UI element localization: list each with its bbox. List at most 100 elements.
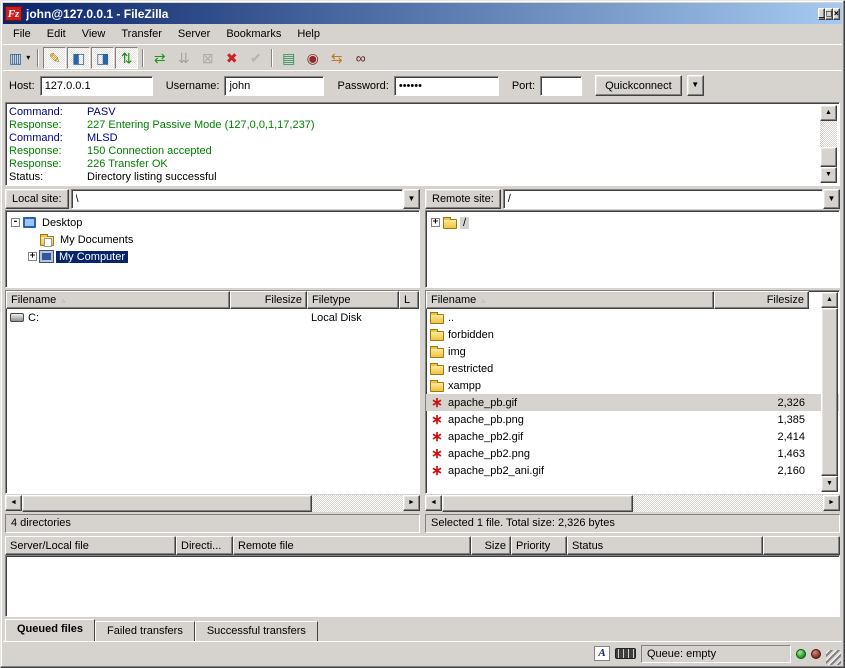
scroll-track[interactable] <box>820 121 837 167</box>
filezilla-window: Fz john@127.0.0.1 - FileZilla _□× FileEd… <box>0 0 845 668</box>
file-row[interactable]: forbidden <box>426 326 839 343</box>
local-site-dropdown-icon[interactable]: ▼ <box>403 189 420 209</box>
log-line-label: Command: <box>9 132 87 145</box>
remote-site-dropdown-icon[interactable]: ▼ <box>823 189 840 209</box>
quickconnect-dropdown-icon[interactable]: ▼ <box>687 75 704 96</box>
find-files-button[interactable]: ∞ <box>349 47 372 69</box>
file-row[interactable]: ∗apache_pb2_ani.gif2,160 <box>426 462 839 479</box>
menu-item-help[interactable]: Help <box>289 25 328 43</box>
file-row[interactable]: .. <box>426 309 839 326</box>
scroll-down-icon[interactable]: ▼ <box>821 476 838 492</box>
menu-item-server[interactable]: Server <box>170 25 218 43</box>
process-queue-button[interactable]: ⇊ <box>172 47 195 69</box>
scroll-right-icon[interactable]: ► <box>823 495 840 511</box>
scroll-up-icon[interactable]: ▲ <box>821 292 838 308</box>
menu-item-bookmarks[interactable]: Bookmarks <box>218 25 289 43</box>
remote-site-input[interactable] <box>503 189 823 209</box>
collapse-icon[interactable]: - <box>11 218 20 227</box>
host-input[interactable] <box>40 76 153 96</box>
file-cell-filetype: Local Disk <box>307 312 399 324</box>
tree-item[interactable]: -Desktop <box>8 214 417 231</box>
tab-successful-transfers[interactable]: Successful transfers <box>195 621 318 641</box>
synchronized-browsing-button[interactable]: ⇆ <box>325 47 348 69</box>
queue-body[interactable] <box>5 555 840 617</box>
queue-column-header-remote-file[interactable]: Remote file <box>233 536 471 555</box>
file-row[interactable]: ∗apache_pb.png1,385 <box>426 411 839 428</box>
toggle-log-button[interactable]: ✎ <box>43 47 66 69</box>
file-row[interactable]: img <box>426 343 839 360</box>
scroll-track[interactable] <box>22 495 403 512</box>
tree-item[interactable]: +/ <box>428 214 837 231</box>
maximize-button[interactable]: □ <box>825 8 832 20</box>
username-input[interactable] <box>224 76 324 96</box>
column-header-filename[interactable]: Filename▵ <box>6 291 230 309</box>
expand-icon[interactable]: + <box>28 252 37 261</box>
file-row[interactable]: ∗apache_pb.gif2,326 <box>426 394 839 411</box>
expand-icon[interactable]: + <box>431 218 440 227</box>
file-row[interactable]: xampp <box>426 377 839 394</box>
tree-item[interactable]: My Documents <box>8 231 417 248</box>
cancel-button[interactable]: ⊠ <box>196 47 219 69</box>
column-header-filename[interactable]: Filename▵ <box>426 291 714 309</box>
tree-item[interactable]: +My Computer <box>8 248 417 265</box>
column-header-filesize[interactable]: Filesize <box>230 291 307 309</box>
toggle-remote-tree-button[interactable]: ◨ <box>91 47 114 69</box>
tab-failed-transfers[interactable]: Failed transfers <box>95 621 195 641</box>
remote-list-rows: ..forbiddenimgrestrictedxampp∗apache_pb.… <box>426 309 839 479</box>
file-row[interactable]: restricted <box>426 360 839 377</box>
queue-column-header-status[interactable]: Status <box>567 536 763 555</box>
queue-column-header-directi-[interactable]: Directi... <box>176 536 233 555</box>
close-button[interactable]: × <box>833 8 840 20</box>
menu-item-view[interactable]: View <box>74 25 114 43</box>
disconnect-button[interactable]: ✖ <box>220 47 243 69</box>
directory-comparison-button[interactable]: ▤ <box>277 47 300 69</box>
file-lists-row: Filename▵FilesizeFiletypeL C:Local Disk … <box>5 290 840 533</box>
local-list-header: Filename▵FilesizeFiletypeL <box>6 291 419 309</box>
tree-item-label: / <box>460 217 469 229</box>
port-input[interactable] <box>540 76 582 96</box>
scroll-thumb[interactable] <box>22 495 312 512</box>
file-row[interactable]: ∗apache_pb2.gif2,414 <box>426 428 839 445</box>
toggle-local-tree-button[interactable]: ◧ <box>67 47 90 69</box>
password-input[interactable] <box>394 76 499 96</box>
scroll-thumb[interactable] <box>820 147 837 167</box>
scroll-right-icon[interactable]: ► <box>403 495 420 511</box>
scroll-down-icon[interactable]: ▼ <box>820 167 837 183</box>
title-bar[interactable]: Fz john@127.0.0.1 - FileZilla _□× <box>3 3 842 24</box>
queue-column-header-spacer[interactable] <box>763 536 840 555</box>
scroll-thumb[interactable] <box>821 308 838 476</box>
dropdown-arrow-icon[interactable]: ▾ <box>26 53 30 62</box>
file-cell-name: ∗apache_pb2.gif <box>426 429 714 444</box>
filter-button[interactable]: ◉ <box>301 47 324 69</box>
menu-item-transfer[interactable]: Transfer <box>113 25 170 43</box>
quickconnect-button[interactable]: Quickconnect <box>595 75 682 96</box>
scroll-track[interactable] <box>821 308 838 476</box>
remote-site-combo: ▼ <box>503 189 840 209</box>
process-queue-icon: ⇊ <box>178 50 190 66</box>
scroll-left-icon[interactable]: ◄ <box>425 495 442 511</box>
menu-item-edit[interactable]: Edit <box>39 25 74 43</box>
column-header-l[interactable]: L <box>399 291 419 309</box>
column-header-filesize[interactable]: Filesize <box>714 291 809 309</box>
menu-item-file[interactable]: File <box>5 25 39 43</box>
reconnect-button[interactable]: ✔ <box>244 47 267 69</box>
refresh-button[interactable]: ⇄ <box>148 47 171 69</box>
scroll-left-icon[interactable]: ◄ <box>5 495 22 511</box>
tab-queued-files[interactable]: Queued files <box>5 619 95 641</box>
toggle-queue-button[interactable]: ⇅ <box>115 47 138 69</box>
scroll-thumb[interactable] <box>442 495 633 512</box>
scroll-track[interactable] <box>442 495 823 512</box>
file-cell-filesize: 1,463 <box>714 448 809 460</box>
site-manager-button[interactable]: ▥▾ <box>6 47 33 69</box>
queue-column-header-priority[interactable]: Priority <box>511 536 567 555</box>
queue-column-header-size[interactable]: Size <box>471 536 511 555</box>
queue-column-header-server-local-file[interactable]: Server/Local file <box>5 536 176 555</box>
file-row[interactable]: C:Local Disk <box>6 309 419 326</box>
scroll-up-icon[interactable]: ▲ <box>820 105 837 121</box>
local-site-input[interactable] <box>71 189 403 209</box>
log-line: Response:150 Connection accepted <box>9 145 818 158</box>
disconnect-icon: ✖ <box>226 50 238 66</box>
resize-grip[interactable] <box>826 650 841 665</box>
file-row[interactable]: ∗apache_pb2.png1,463 <box>426 445 839 462</box>
column-header-filetype[interactable]: Filetype <box>307 291 399 309</box>
